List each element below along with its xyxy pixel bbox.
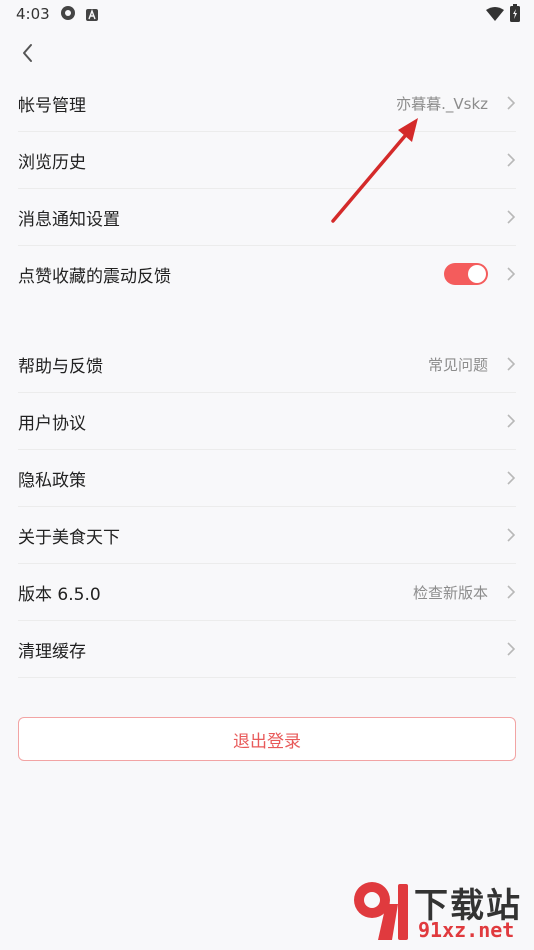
vibration-feedback-toggle[interactable] [444,263,488,285]
row-label: 版本 6.5.0 [18,584,101,605]
back-button[interactable] [14,38,44,68]
logout-label: 退出登录 [233,731,301,752]
settings-row-about[interactable]: 关于美食天下 [18,507,516,564]
chevron-right-icon [507,210,516,224]
settings-row-privacy[interactable]: 隐私政策 [18,450,516,507]
app-notification-icon [86,6,98,25]
check-update-value: 检查新版本 [412,583,488,602]
settings-row-notifications[interactable]: 消息通知设置 [18,189,516,246]
watermark-logo-icon [354,882,408,940]
row-label: 浏览历史 [18,152,86,173]
status-bar: 4:03 [0,0,534,30]
annotation-arrow-icon [331,118,418,223]
chevron-right-icon [507,153,516,167]
settings-row-version[interactable]: 版本 6.5.0 检查新版本 [18,564,516,621]
logout-button[interactable]: 退出登录 [18,717,516,761]
chevron-right-icon [507,642,516,656]
group-divider [0,302,534,336]
settings-row-clear-cache[interactable]: 清理缓存 [18,621,516,678]
status-icons-right [486,4,520,26]
row-label: 清理缓存 [18,641,86,662]
settings-row-help[interactable]: 帮助与反馈 常见问题 [18,336,516,393]
chevron-right-icon [507,471,516,485]
chevron-right-icon [507,267,516,281]
chevron-right-icon [507,414,516,428]
row-label: 点赞收藏的震动反馈 [18,266,171,287]
chevron-right-icon [507,96,516,110]
watermark-url: 91xz.net [418,918,515,942]
row-label: 隐私政策 [18,470,86,491]
chevron-right-icon [507,528,516,542]
settings-list: 帐号管理 亦暮暮._Vskz 浏览历史 消息通知设置 点赞收藏的震动反馈 帮助与… [0,75,534,678]
settings-row-history[interactable]: 浏览历史 [18,132,516,189]
back-arrow-icon [23,44,32,62]
settings-row-vibration[interactable]: 点赞收藏的震动反馈 [18,246,516,302]
toggle-knob [468,265,486,283]
row-label: 用户协议 [18,413,86,434]
wifi-icon [486,6,504,25]
battery-icon [510,4,520,26]
chevron-right-icon [507,357,516,371]
row-label: 关于美食天下 [18,527,120,548]
chevron-right-icon [507,585,516,599]
status-icons-left [60,5,98,25]
row-label: 消息通知设置 [18,209,120,230]
row-label: 帮助与反馈 [18,356,103,377]
row-label: 帐号管理 [18,95,86,116]
settings-row-user-agreement[interactable]: 用户协议 [18,393,516,450]
watermark: 下载站 91xz.net [348,876,528,946]
status-time: 4:03 [16,5,50,23]
settings-row-account[interactable]: 帐号管理 亦暮暮._Vskz [18,75,516,132]
faq-value: 常见问题 [427,355,488,374]
settings-gear-icon [60,5,76,25]
